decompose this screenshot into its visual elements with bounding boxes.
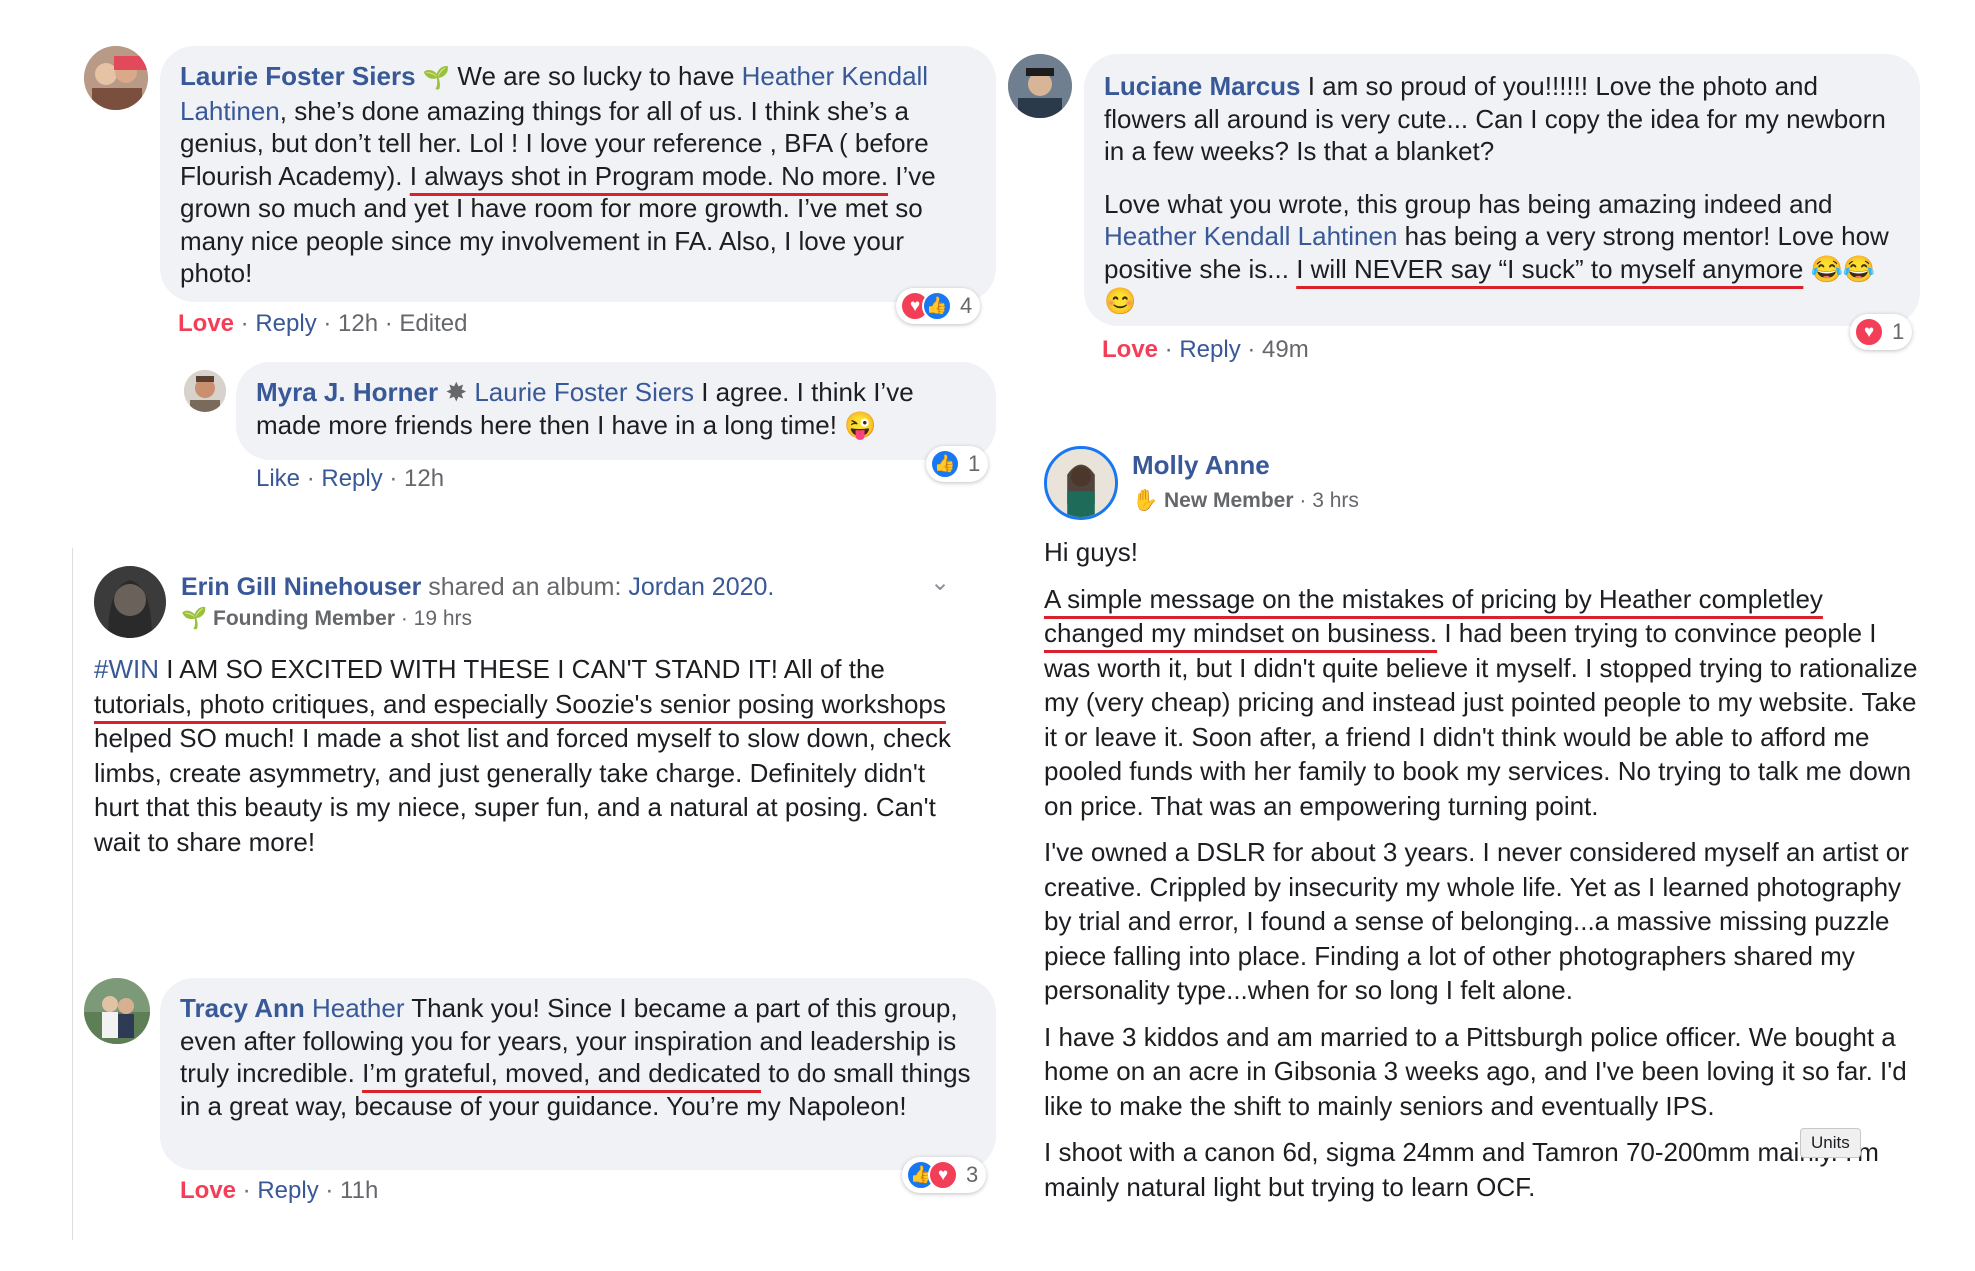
post-meta-erin: 🌱 Founding Member · 19 hrs bbox=[181, 607, 473, 630]
post-body-erin: #WIN I AM SO EXCITED WITH THESE I CAN'T … bbox=[94, 652, 964, 859]
comment-bubble-luciane: Luciane Marcus I am so proud of you!!!!!… bbox=[1084, 54, 1920, 326]
commenter-name[interactable]: Myra J. Horner bbox=[256, 377, 438, 407]
hashtag-link[interactable]: #WIN bbox=[94, 654, 159, 684]
reply-link[interactable]: Reply bbox=[257, 1177, 318, 1204]
highlighted-text: I’m grateful, moved, and dedicated bbox=[362, 1058, 761, 1088]
avatar-erin[interactable] bbox=[94, 566, 166, 638]
post-meta-molly: ✋ New Member · 3 hrs bbox=[1132, 489, 1359, 512]
reply-text-myra: Myra J. Horner ✸ Laurie Foster Siers I a… bbox=[256, 376, 976, 441]
badge-sprout-icon: 🌱 bbox=[181, 607, 208, 630]
heart-reaction-icon: ♥ bbox=[928, 1160, 958, 1190]
post-text: helped SO much! I made a shot list and f… bbox=[94, 723, 951, 857]
avatar-luciane[interactable] bbox=[1008, 54, 1072, 118]
tooltip: Units bbox=[1800, 1128, 1861, 1158]
comment-time[interactable]: 12h bbox=[338, 310, 378, 337]
comment-text: We are so lucky to have bbox=[450, 61, 742, 91]
post-paragraph: Hi guys! bbox=[1044, 537, 1138, 567]
reaction-count-badge[interactable]: ♥ 👍 4 bbox=[896, 288, 981, 324]
comment-time[interactable]: 49m bbox=[1262, 336, 1309, 363]
love-reaction-link[interactable]: Love bbox=[1102, 336, 1158, 363]
post-time[interactable]: 3 hrs bbox=[1312, 489, 1359, 512]
post-header-erin: Erin Gill Ninehouser shared an album: Jo… bbox=[181, 570, 774, 604]
comment-bubble-laurie: Laurie Foster Siers 🌱 We are so lucky to… bbox=[160, 46, 996, 302]
like-reaction-icon: 👍 bbox=[930, 449, 960, 479]
post-paragraph: A simple message on the mistakes of pric… bbox=[1044, 582, 1924, 824]
post-body-molly: Hi guys! A simple message on the mistake… bbox=[1044, 535, 1924, 1204]
comment-actions-laurie: Love · Reply · 12h · Edited bbox=[178, 310, 468, 337]
reply-link[interactable]: Reply bbox=[255, 310, 316, 337]
highlighted-text: I will NEVER say “I suck” to myself anym… bbox=[1296, 253, 1804, 284]
post-text: I had been trying to convince people I w… bbox=[1044, 618, 1918, 821]
reaction-count: 1 bbox=[1892, 319, 1905, 344]
comment-text-tracy: Tracy Ann Heather Thank you! Since I bec… bbox=[180, 992, 976, 1122]
reply-bubble-myra: Myra J. Horner ✸ Laurie Foster Siers I a… bbox=[236, 362, 996, 460]
post-text: I AM SO EXCITED WITH THESE I CAN'T STAND… bbox=[159, 654, 885, 684]
commenter-name[interactable]: Luciane Marcus bbox=[1104, 71, 1301, 101]
edited-label[interactable]: Edited bbox=[399, 310, 467, 337]
badge-sprout-icon: 🌱 bbox=[422, 65, 451, 90]
poster-name[interactable]: Erin Gill Ninehouser bbox=[181, 573, 421, 601]
avatar-myra[interactable] bbox=[184, 370, 226, 412]
reaction-count: 1 bbox=[968, 451, 981, 476]
reaction-count: 4 bbox=[960, 293, 973, 318]
reaction-count-badge[interactable]: ♥ 1 bbox=[1850, 314, 1913, 350]
reply-link[interactable]: Reply bbox=[321, 465, 382, 492]
mention-link[interactable]: Heather Kendall Lahtinen bbox=[1104, 221, 1397, 251]
comment-text-laurie: Laurie Foster Siers 🌱 We are so lucky to… bbox=[180, 60, 976, 290]
reaction-count-badge[interactable]: 👍 1 bbox=[926, 446, 989, 482]
reply-actions-myra: Like · Reply · 12h bbox=[256, 465, 445, 492]
comment-bubble-tracy: Tracy Ann Heather Thank you! Since I bec… bbox=[160, 978, 996, 1170]
comment-time[interactable]: 11h bbox=[340, 1177, 378, 1204]
reaction-count: 3 bbox=[966, 1162, 979, 1187]
poster-name[interactable]: Molly Anne bbox=[1132, 450, 1270, 480]
comment-time[interactable]: 12h bbox=[404, 465, 444, 492]
comment-actions-tracy: Love · Reply · 11h bbox=[180, 1177, 379, 1204]
highlighted-text: tutorials, photo critiques, and especial… bbox=[94, 688, 946, 719]
chevron-down-icon[interactable]: ⌄ bbox=[930, 568, 950, 597]
post-time[interactable]: 19 hrs bbox=[414, 607, 472, 630]
reply-link[interactable]: Reply bbox=[1179, 336, 1240, 363]
wave-hand-icon: ✋ bbox=[1132, 489, 1159, 512]
member-badge[interactable]: New Member bbox=[1164, 489, 1294, 512]
love-reaction-link[interactable]: Love bbox=[178, 310, 234, 337]
avatar-molly[interactable] bbox=[1044, 446, 1118, 520]
mention-link[interactable]: Heather bbox=[312, 993, 405, 1023]
post-paragraph: I shoot with a canon 6d, sigma 24mm and … bbox=[1044, 1137, 1879, 1202]
comment-actions-luciane: Love · Reply · 49m bbox=[1102, 336, 1309, 363]
shared-text: shared an album: bbox=[421, 573, 629, 601]
post-header-molly: Molly Anne bbox=[1132, 450, 1270, 481]
like-reaction-icon: 👍 bbox=[922, 291, 952, 321]
member-badge[interactable]: Founding Member bbox=[213, 607, 395, 630]
album-link[interactable]: Jordan 2020. bbox=[628, 573, 774, 601]
commenter-name[interactable]: Tracy Ann bbox=[180, 993, 305, 1023]
heart-reaction-icon: ♥ bbox=[1854, 317, 1884, 347]
comment-text-luciane: Luciane Marcus I am so proud of you!!!!!… bbox=[1104, 70, 1900, 318]
left-border bbox=[72, 548, 73, 1240]
comment-text: Love what you wrote, this group has bein… bbox=[1104, 188, 1833, 219]
avatar-tracy[interactable] bbox=[84, 978, 150, 1044]
post-paragraph: I have 3 kiddos and am married to a Pitt… bbox=[1044, 1021, 1907, 1121]
like-link[interactable]: Like bbox=[256, 465, 300, 492]
love-reaction-link[interactable]: Love bbox=[180, 1177, 236, 1204]
avatar-laurie[interactable] bbox=[84, 46, 148, 110]
highlighted-text: I always shot in Program mode. No more. bbox=[409, 160, 889, 191]
mention-link[interactable]: Laurie Foster Siers bbox=[474, 377, 694, 407]
post-paragraph: I've owned a DSLR for about 3 years. I n… bbox=[1044, 837, 1909, 1005]
badge-star-icon: ✸ bbox=[445, 377, 468, 407]
commenter-name[interactable]: Laurie Foster Siers bbox=[180, 61, 416, 91]
reaction-count-badge[interactable]: 👍 ♥ 3 bbox=[902, 1157, 987, 1193]
